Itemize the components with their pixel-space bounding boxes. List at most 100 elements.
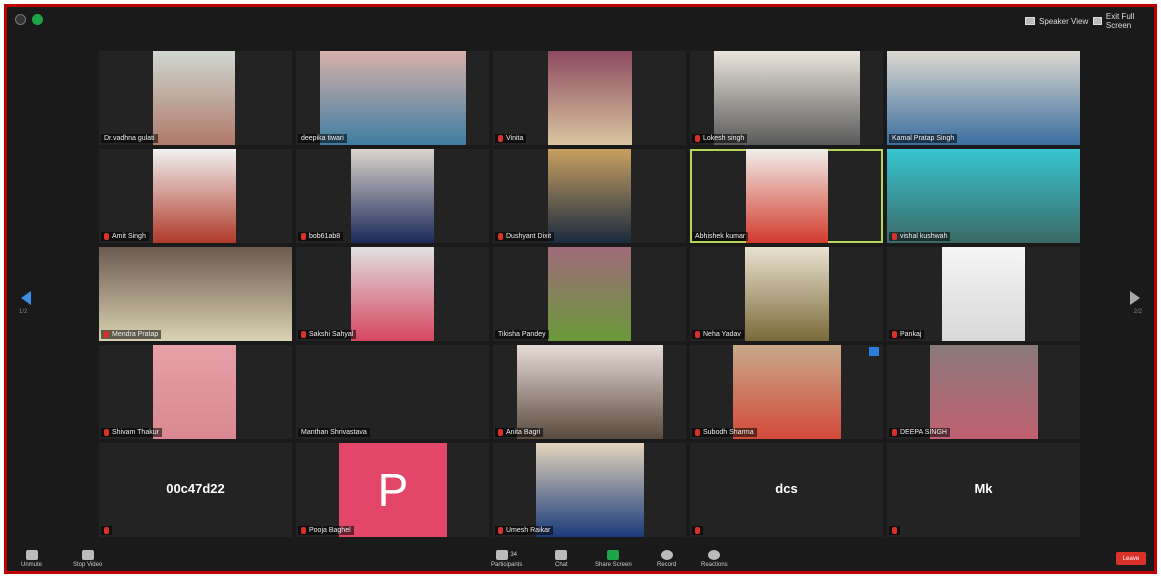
info-icon[interactable]: [15, 14, 26, 25]
participants-button[interactable]: 34 Participants: [491, 550, 522, 568]
chat-button[interactable]: Chat: [555, 550, 568, 568]
reactions-button[interactable]: Reactions: [701, 550, 728, 568]
participant-tile[interactable]: Sakshi Sahyal: [296, 247, 489, 341]
stop-video-button[interactable]: Stop Video: [73, 550, 102, 568]
participant-name: Dr.vadhna gulati: [101, 134, 158, 143]
participant-name: Abhishek kumar: [692, 232, 749, 241]
participant-video: [887, 51, 1080, 145]
participant-tile[interactable]: Kamal Pratap Singh: [887, 51, 1080, 145]
participant-tile[interactable]: Shivam Thakur: [99, 345, 292, 439]
meeting-toolbar: Unmute Stop Video 34 Participants Chat S…: [7, 541, 1154, 571]
participant-tile[interactable]: deepika tiwari: [296, 51, 489, 145]
exit-fullscreen-button[interactable]: Exit Full Screen: [1093, 12, 1154, 30]
top-bar: Speaker View Exit Full Screen: [7, 7, 1154, 33]
participant-display-name: dcs: [775, 481, 798, 496]
participant-video: [536, 443, 644, 537]
muted-mic-icon: [892, 429, 897, 436]
participant-tile[interactable]: Tikisha Pandey: [493, 247, 686, 341]
share-screen-icon: [607, 550, 620, 560]
leave-button[interactable]: Leave: [1116, 552, 1146, 565]
muted-mic-icon: [25, 550, 38, 560]
participant-video: [517, 345, 663, 439]
chat-bubble-icon: [555, 550, 568, 560]
gallery-grid: Dr.vadhna gulati deepika tiwari Vinita L…: [99, 51, 1081, 541]
host-badge-icon: [869, 347, 879, 356]
participant-display-name: Mk: [974, 481, 993, 496]
participant-video: [320, 51, 466, 145]
muted-mic-icon: [695, 331, 700, 338]
participant-tile[interactable]: Amit Singh: [99, 149, 292, 243]
participant-tile[interactable]: Mendra Pratap: [99, 247, 292, 341]
participant-name: Subodh Sharma: [692, 428, 757, 437]
participant-tile[interactable]: Dushyant Dixit: [493, 149, 686, 243]
participant-name: [889, 526, 900, 535]
muted-mic-icon: [695, 135, 700, 142]
participant-tile[interactable]: 00c47d22: [99, 443, 292, 537]
participant-video: [99, 247, 292, 341]
participant-tile[interactable]: Neha Yadav: [690, 247, 883, 341]
participant-video: [153, 345, 236, 439]
participant-tile[interactable]: bob61ab8: [296, 149, 489, 243]
participant-tile[interactable]: Pankaj: [887, 247, 1080, 341]
participant-name: Lokesh singh: [692, 134, 748, 143]
muted-mic-icon: [695, 527, 700, 534]
participant-name: Umesh Raikar: [495, 526, 554, 535]
participant-tile[interactable]: Mk: [887, 443, 1080, 537]
participant-name: Mendra Pratap: [101, 330, 162, 339]
participant-video: [745, 247, 829, 341]
participant-tile[interactable]: vishal kushwah: [887, 149, 1080, 243]
participant-tile[interactable]: Dr.vadhna gulati: [99, 51, 292, 145]
participant-tile[interactable]: Anita Bagri: [493, 345, 686, 439]
participant-tile[interactable]: Vinita: [493, 51, 686, 145]
muted-mic-icon: [498, 527, 503, 534]
participant-name: Pooja Baghel: [298, 526, 354, 535]
video-camera-icon: [81, 550, 94, 560]
participants-count: 34: [510, 552, 518, 558]
participant-name: deepika tiwari: [298, 134, 347, 143]
previous-page-arrow-icon[interactable]: [21, 291, 31, 305]
share-screen-button[interactable]: Share Screen: [595, 550, 632, 568]
record-button[interactable]: Record: [657, 550, 676, 568]
participant-video: [351, 149, 434, 243]
participant-name: [692, 526, 703, 535]
participant-video: [714, 51, 860, 145]
muted-mic-icon: [695, 429, 700, 436]
participant-video: [548, 247, 631, 341]
participant-name: DEEPA SINGH: [889, 428, 950, 437]
participant-video: [548, 149, 631, 243]
participant-tile-active-speaker[interactable]: Abhishek kumar: [690, 149, 883, 243]
participant-video: [153, 51, 235, 145]
next-page-arrow-icon[interactable]: [1130, 291, 1140, 305]
exit-fullscreen-icon: [1093, 17, 1102, 25]
participant-name: bob61ab8: [298, 232, 344, 241]
participant-tile[interactable]: Subodh Sharma: [690, 345, 883, 439]
participant-name: Sakshi Sahyal: [298, 330, 357, 339]
participant-tile[interactable]: Umesh Raikar: [493, 443, 686, 537]
muted-mic-icon: [104, 233, 109, 240]
reactions-smiley-icon: [708, 550, 721, 560]
participant-name: Pankaj: [889, 330, 925, 339]
speaker-view-icon: [1025, 17, 1035, 25]
participant-video: [887, 149, 1080, 243]
participant-tile[interactable]: P Pooja Baghel: [296, 443, 489, 537]
participant-video: [746, 149, 828, 243]
participant-video: [153, 149, 236, 243]
previous-page-number: 1/2: [19, 309, 28, 315]
participant-name: [101, 526, 112, 535]
security-shield-icon[interactable]: [32, 14, 43, 25]
muted-mic-icon: [104, 331, 109, 338]
muted-mic-icon: [498, 429, 503, 436]
participant-name: Kamal Pratap Singh: [889, 134, 958, 143]
participant-name: Vinita: [495, 134, 527, 143]
participant-tile[interactable]: Manthan Shrivastava: [296, 345, 489, 439]
unmute-button[interactable]: Unmute: [21, 550, 42, 568]
muted-mic-icon: [104, 527, 109, 534]
participant-name: Shivam Thakur: [101, 428, 162, 437]
participant-name: vishal kushwah: [889, 232, 951, 241]
participants-icon: [496, 550, 509, 560]
participant-tile[interactable]: dcs: [690, 443, 883, 537]
participant-tile[interactable]: Lokesh singh: [690, 51, 883, 145]
participant-tile[interactable]: DEEPA SINGH: [887, 345, 1080, 439]
speaker-view-button[interactable]: Speaker View: [1025, 13, 1088, 29]
participant-name: Manthan Shrivastava: [298, 428, 370, 437]
